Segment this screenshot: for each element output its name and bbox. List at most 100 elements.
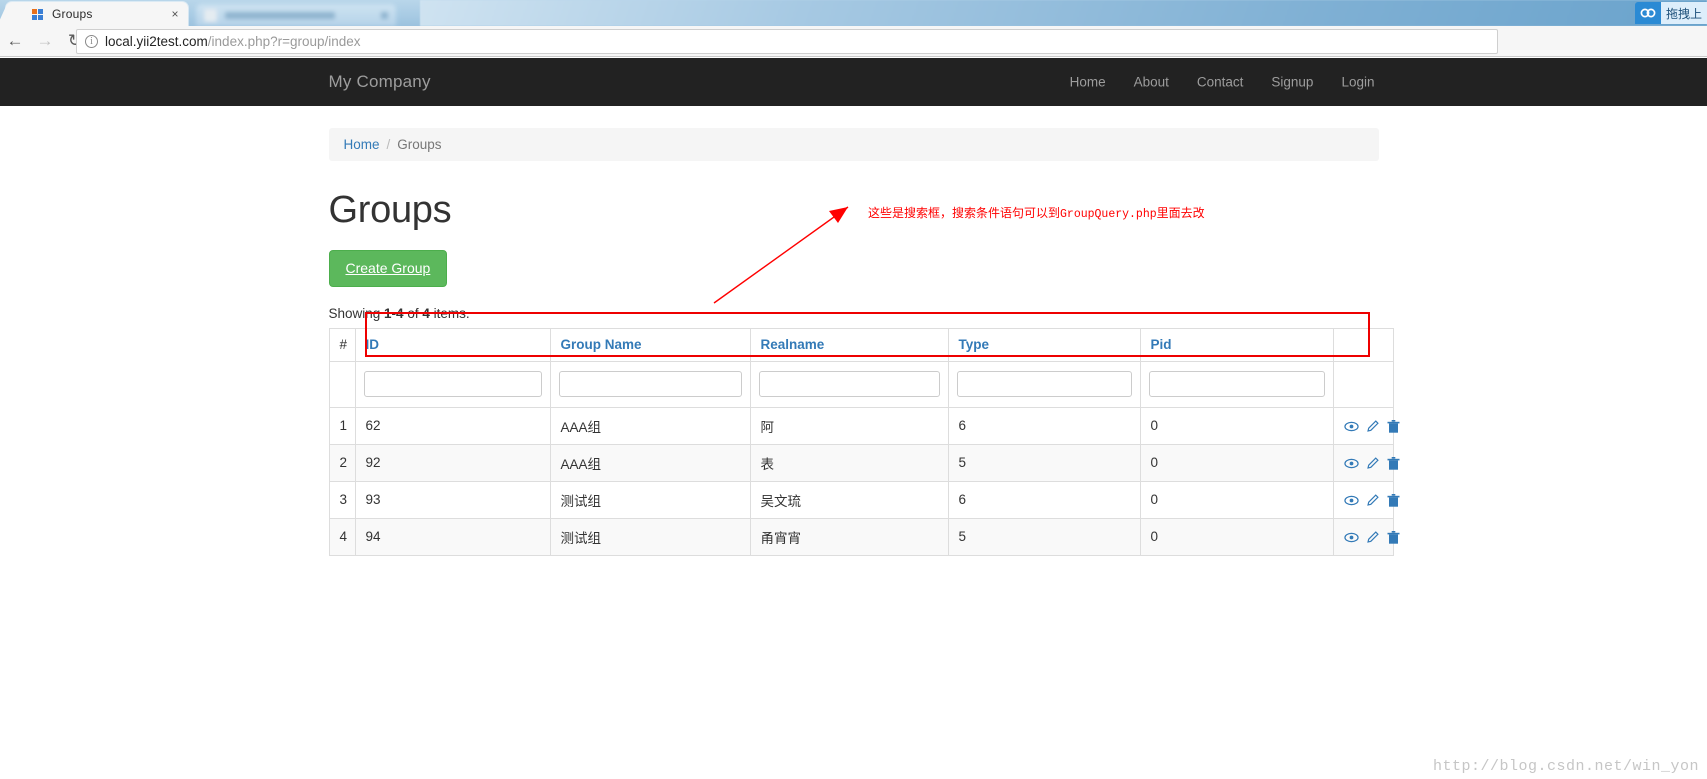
cell-type: 5 (947, 517, 1141, 556)
cell-type: 6 (947, 480, 1141, 519)
inactive-tab-close-icon[interactable] (381, 11, 388, 19)
nav-link-contact[interactable]: Contact (1183, 75, 1258, 90)
address-bar[interactable]: i local.yii2test.com/index.php?r=group/i… (76, 29, 1498, 54)
table-row: 4 94 测试组 甬宵宵 5 0 (328, 517, 1400, 556)
annotation-text: 这些是搜索框，搜索条件语句可以到GroupQuery.php里面去改 (868, 204, 1205, 221)
eye-icon[interactable] (1343, 457, 1359, 470)
eye-icon[interactable] (1343, 494, 1359, 507)
cell-num: 4 (328, 517, 356, 556)
forward-icon[interactable]: → (30, 26, 60, 57)
cell-num: 2 (328, 443, 356, 482)
table-row: 2 92 AAA组 表 5 0 (328, 443, 1400, 482)
header-id[interactable]: ID (354, 327, 551, 362)
pencil-icon[interactable] (1366, 494, 1380, 507)
cell-actions (1332, 406, 1400, 445)
cell-realname: 吴文琉 (749, 480, 949, 519)
inactive-tab-title (225, 11, 335, 19)
inactive-tab-favicon-icon (204, 8, 217, 22)
summary-total: 4 (422, 305, 430, 321)
trash-icon[interactable] (1387, 493, 1400, 508)
cell-realname: 阿 (749, 406, 949, 445)
cell-id: 94 (354, 517, 551, 556)
url-host: local.yii2test.com (105, 34, 208, 49)
filter-input-id[interactable] (363, 371, 542, 398)
breadcrumb-home[interactable]: Home (344, 137, 380, 152)
filter-cell-pid (1139, 360, 1334, 408)
pencil-icon[interactable] (1366, 420, 1380, 433)
header-pid[interactable]: Pid (1139, 327, 1334, 362)
nav-link-signup[interactable]: Signup (1257, 75, 1327, 90)
web-page: My Company Home About Contact Signup Log… (0, 58, 1707, 779)
grid-body: 1 62 AAA组 阿 6 0 2 92 AAA组 表 5 0 3 93 测试组… (328, 360, 1400, 556)
navbar-container: My Company Home About Contact Signup Log… (329, 72, 1379, 92)
yii-favicon-icon (32, 8, 43, 20)
pencil-icon[interactable] (1366, 531, 1380, 544)
cloud-extension-icon[interactable] (1634, 2, 1661, 24)
filter-cell-actions (1332, 360, 1394, 408)
groups-grid: # ID Group Name Realname Type Pid 1 62 A… (328, 327, 1400, 556)
cell-group-name: AAA组 (549, 406, 751, 445)
filter-input-pid[interactable] (1148, 371, 1325, 398)
table-row: 1 62 AAA组 阿 6 0 (328, 406, 1400, 445)
eye-icon[interactable] (1343, 531, 1359, 544)
pencil-icon[interactable] (1366, 457, 1380, 470)
annotation-text-file: GroupQuery.php (1060, 208, 1157, 221)
site-brand[interactable]: My Company (329, 72, 431, 91)
header-actions (1332, 327, 1394, 362)
cell-actions (1332, 443, 1400, 482)
cell-id: 93 (354, 480, 551, 519)
filter-input-realname[interactable] (758, 371, 940, 398)
filter-cell-id (354, 360, 551, 408)
filter-input-type[interactable] (956, 371, 1132, 398)
cell-realname: 甬宵宵 (749, 517, 949, 556)
cell-type: 5 (947, 443, 1141, 482)
cell-id: 62 (354, 406, 551, 445)
summary-suffix: items. (429, 305, 470, 321)
back-icon[interactable]: ← (0, 26, 30, 57)
cell-pid: 0 (1139, 517, 1334, 556)
browser-tab-strip: Groups × 拖拽上 (0, 0, 1707, 26)
cell-group-name: 测试组 (549, 480, 751, 519)
nav-link-home[interactable]: Home (1056, 75, 1120, 90)
cell-group-name: AAA组 (549, 443, 751, 482)
trash-icon[interactable] (1387, 530, 1400, 545)
trash-icon[interactable] (1387, 456, 1400, 471)
header-realname[interactable]: Realname (749, 327, 949, 362)
browser-extension-badge[interactable]: 拖拽上 (1634, 2, 1707, 24)
extension-label[interactable]: 拖拽上 (1660, 2, 1707, 24)
cell-num: 3 (328, 480, 356, 519)
summary-prefix: Showing (328, 305, 385, 321)
site-info-icon[interactable]: i (85, 35, 98, 48)
browser-tab-groups[interactable]: Groups × (0, 2, 188, 26)
page-content: Home / Groups Groups Create Group Showin… (328, 106, 1400, 556)
create-group-button[interactable]: Create Group (328, 250, 448, 287)
header-num: # (328, 327, 356, 362)
annotation-text-part2: 里面去改 (1156, 206, 1205, 220)
cell-pid: 0 (1139, 443, 1334, 482)
nav-link-login[interactable]: Login (1327, 75, 1388, 90)
cell-type: 6 (947, 406, 1141, 445)
cell-actions (1332, 480, 1400, 519)
eye-icon[interactable] (1343, 420, 1359, 433)
cell-realname: 表 (749, 443, 949, 482)
nav-link-about[interactable]: About (1120, 75, 1183, 90)
breadcrumb-current: Groups (397, 137, 442, 152)
filter-input-group-name[interactable] (558, 371, 742, 398)
filter-cell-group-name (549, 360, 751, 408)
grid-header: # ID Group Name Realname Type Pid (328, 327, 1394, 362)
pagination-summary: Showing 1-4 of 4 items. (329, 306, 1379, 321)
cell-pid: 0 (1139, 480, 1334, 519)
browser-tab-inactive[interactable] (196, 4, 396, 26)
page-title: Groups (328, 189, 452, 231)
header-type[interactable]: Type (947, 327, 1141, 362)
trash-icon[interactable] (1387, 419, 1400, 434)
filter-cell-num (328, 360, 356, 408)
tabstrip-background (420, 0, 1707, 26)
header-group-name[interactable]: Group Name (549, 327, 751, 362)
tab-close-icon[interactable]: × (168, 7, 182, 21)
table-row: 3 93 测试组 吴文琉 6 0 (328, 480, 1400, 519)
cell-pid: 0 (1139, 406, 1334, 445)
address-bar-url: local.yii2test.com/index.php?r=group/ind… (105, 34, 361, 49)
watermark: http://blog.csdn.net/win_yon (1432, 758, 1699, 775)
browser-tab-title: Groups (52, 7, 93, 21)
